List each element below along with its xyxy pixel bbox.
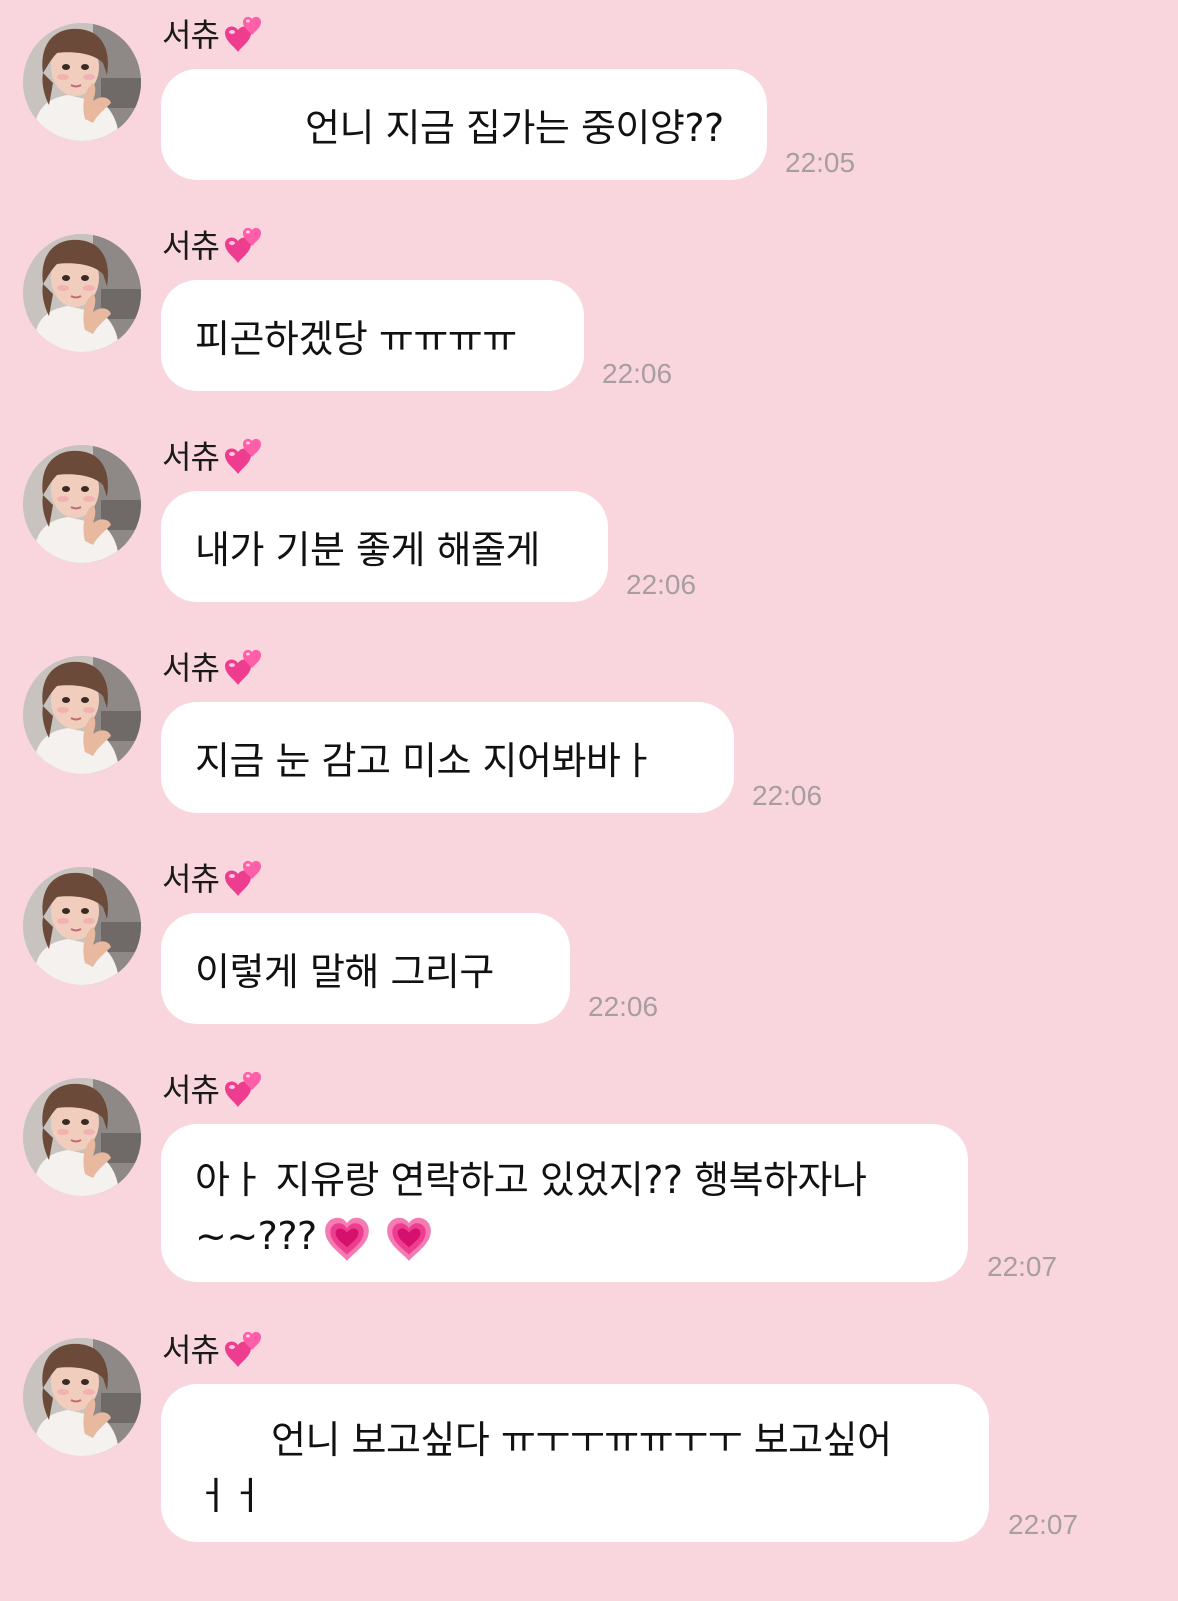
two-hearts-icon (221, 647, 267, 689)
message-text-line-text: ~~??? (195, 1214, 317, 1258)
avatar-photo (23, 1338, 141, 1456)
sender-name: 서츄 (162, 1065, 267, 1111)
message-text-line: ~~??? (195, 1208, 934, 1265)
two-hearts-icon (221, 225, 267, 267)
two-hearts-icon (221, 1329, 267, 1371)
avatar[interactable] (23, 23, 141, 141)
message-time: 22:07 (987, 1251, 1058, 1282)
sender-name: 서츄 (162, 643, 267, 689)
sender-name-text: 서츄 (162, 1331, 220, 1369)
message-text: 지금 눈 감고 미소 지어봐바ㅏ (195, 739, 655, 783)
growing-heart-icon (321, 1213, 373, 1265)
message-bubble[interactable]: 피곤하겠당 ㅠㅠㅠㅠ (161, 280, 584, 391)
sender-name: 서츄 (162, 1325, 267, 1371)
sender-name: 서츄 (162, 221, 267, 267)
message-time: 22:06 (602, 358, 673, 389)
avatar-photo (23, 656, 141, 774)
chat-message: 서츄 지금 눈 감고 미소 지어봐바ㅏ 22:06 (0, 633, 1178, 844)
chat-message: 서츄 내가 기분 좋게 해줄게 22:06 (0, 422, 1178, 633)
avatar[interactable] (23, 656, 141, 774)
message-text-line: ㅓㅓ (195, 1474, 264, 1518)
message-text: 언니 지금 집가는 중이양?? (305, 106, 724, 150)
message-bubble[interactable]: 아ㅏ 지유랑 연락하고 있었지?? 행복하자나 ~~??? (161, 1124, 968, 1282)
two-hearts-icon (221, 1069, 267, 1111)
chat-message: 서츄 이렇게 말해 그리구 22:06 (0, 844, 1178, 1055)
message-time: 22:06 (588, 991, 659, 1022)
avatar-photo (23, 1078, 141, 1196)
message-text: 내가 기분 좋게 해줄게 (195, 528, 540, 572)
chat-message: 서츄 언니 지금 집가는 중이양?? 22:05 (0, 0, 1178, 211)
message-time: 22:07 (1008, 1509, 1079, 1540)
avatar[interactable] (23, 867, 141, 985)
sender-name: 서츄 (162, 854, 267, 900)
message-text: 피곤하겠당 ㅠㅠㅠㅠ (195, 317, 517, 361)
two-hearts-icon (221, 14, 267, 56)
sender-name-text: 서츄 (162, 860, 220, 898)
message-bubble[interactable]: 이렇게 말해 그리구 (161, 913, 570, 1024)
avatar-photo (23, 23, 141, 141)
avatar[interactable] (23, 234, 141, 352)
avatar-photo (23, 234, 141, 352)
two-hearts-icon (221, 436, 267, 478)
message-text: 이렇게 말해 그리구 (195, 950, 494, 994)
growing-heart-icon (383, 1213, 435, 1265)
sender-name: 서츄 (162, 10, 267, 56)
sender-name: 서츄 (162, 432, 267, 478)
sender-name-text: 서츄 (162, 438, 220, 476)
chat-screen: { "sender_name": "서츄", "sender_emoji": "… (0, 0, 1178, 1601)
avatar[interactable] (23, 1078, 141, 1196)
message-text-line: 아ㅏ 지유랑 연락하고 있었지?? 행복하자나 (195, 1158, 867, 1202)
sender-name-text: 서츄 (162, 649, 220, 687)
sender-name-text: 서츄 (162, 227, 220, 265)
message-bubble[interactable]: 지금 눈 감고 미소 지어봐바ㅏ (161, 702, 734, 813)
message-bubble[interactable]: 언니 보고싶다 ㅠㅜㅜㅠㅠㅜㅜ 보고싶어 ㅓㅓ (161, 1384, 989, 1542)
message-bubble[interactable]: 언니 지금 집가는 중이양?? (161, 69, 767, 180)
avatar[interactable] (23, 1338, 141, 1456)
message-bubble[interactable]: 내가 기분 좋게 해줄게 (161, 491, 608, 602)
sender-name-text: 서츄 (162, 16, 220, 54)
avatar[interactable] (23, 445, 141, 563)
message-text-line: 언니 보고싶다 ㅠㅜㅜㅠㅠㅜㅜ 보고싶어 (271, 1418, 892, 1462)
message-time: 22:05 (785, 147, 856, 178)
message-time: 22:06 (752, 780, 823, 811)
chat-message: 서츄 피곤하겠당 ㅠㅠㅠㅠ 22:06 (0, 211, 1178, 422)
chat-message: 서츄 아ㅏ 지유랑 연락하고 있었지?? 행복하자나 ~~??? 22:07 (0, 1055, 1178, 1315)
chat-message: 서츄 언니 보고싶다 ㅠㅜㅜㅠㅠㅜㅜ 보고싶어 ㅓㅓ 22:07 (0, 1315, 1178, 1601)
sender-name-text: 서츄 (162, 1071, 220, 1109)
avatar-photo (23, 867, 141, 985)
message-time: 22:06 (626, 569, 697, 600)
two-hearts-icon (221, 858, 267, 900)
avatar-photo (23, 445, 141, 563)
